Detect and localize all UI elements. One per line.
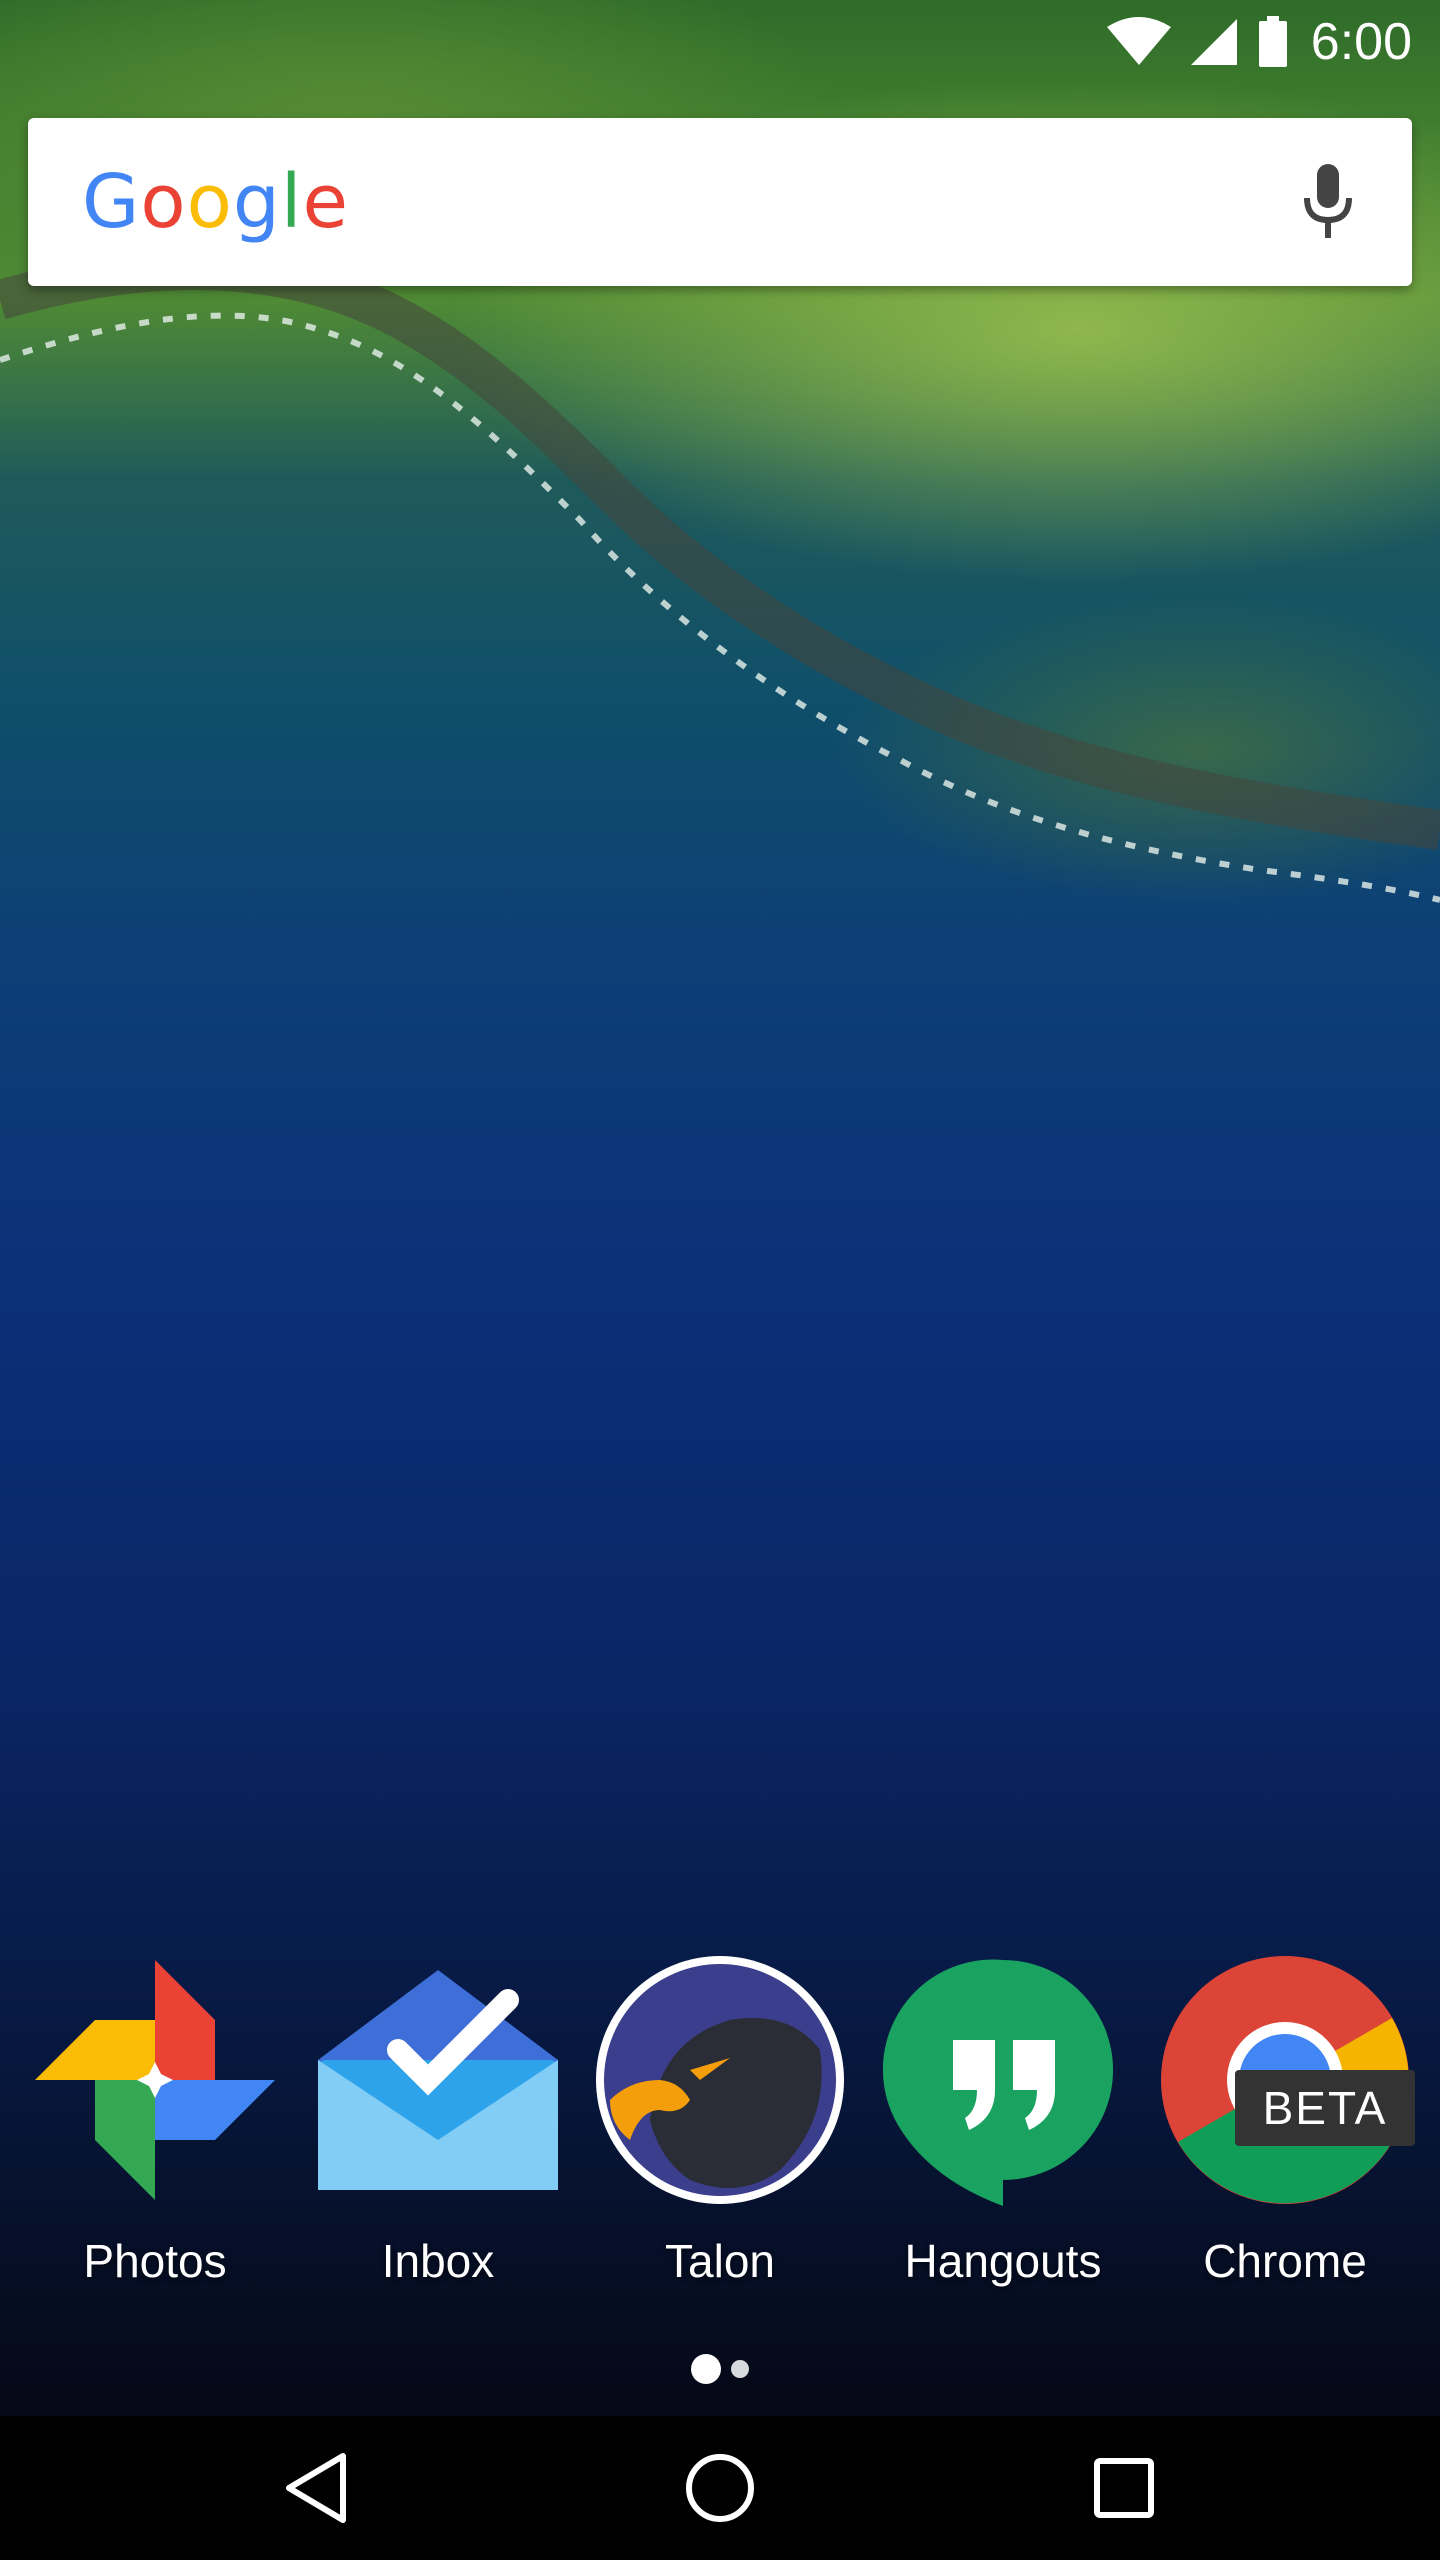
app-label: Talon xyxy=(665,2235,775,2287)
back-button[interactable] xyxy=(216,2416,416,2560)
logo-letter: e xyxy=(302,159,349,245)
app-talon[interactable]: Talon xyxy=(585,1950,855,2310)
cell-signal-icon xyxy=(1189,17,1239,67)
battery-icon xyxy=(1257,16,1289,68)
app-label: Hangouts xyxy=(904,2235,1102,2287)
recents-button[interactable] xyxy=(1024,2416,1224,2560)
logo-letter: G xyxy=(82,159,141,245)
mic-icon[interactable] xyxy=(1296,162,1360,242)
navigation-bar xyxy=(0,2416,1440,2560)
logo-letter: o xyxy=(140,159,187,245)
inbox-icon xyxy=(308,1950,568,2210)
app-dock: Photos Inbox Talon Hangouts BETA Chrome xyxy=(0,1950,1440,2310)
status-time: 6:00 xyxy=(1310,13,1412,71)
photos-icon xyxy=(25,1950,285,2210)
wifi-icon xyxy=(1106,17,1171,67)
page-dot-current xyxy=(691,2354,721,2384)
chrome-beta-icon: BETA xyxy=(1155,1950,1415,2210)
logo-letter: l xyxy=(280,159,303,245)
page-dot xyxy=(731,2360,749,2378)
hangouts-icon xyxy=(873,1950,1133,2210)
beta-badge-text: BETA xyxy=(1262,2082,1388,2134)
beta-badge: BETA xyxy=(1235,2070,1415,2146)
app-label: Inbox xyxy=(381,2235,495,2287)
page-indicator[interactable] xyxy=(680,2354,760,2384)
app-photos[interactable]: Photos xyxy=(20,1950,290,2310)
talon-icon xyxy=(590,1950,850,2210)
app-chrome[interactable]: BETA Chrome xyxy=(1150,1950,1420,2310)
status-bar: 6:00 xyxy=(0,0,1440,84)
logo-letter: g xyxy=(232,159,281,245)
logo-letter: o xyxy=(186,159,233,245)
home-button[interactable] xyxy=(620,2416,820,2560)
recents-icon xyxy=(1094,2458,1154,2518)
google-logo: Google xyxy=(82,159,349,245)
back-icon xyxy=(286,2453,346,2523)
app-inbox[interactable]: Inbox xyxy=(303,1950,573,2310)
app-hangouts[interactable]: Hangouts xyxy=(868,1950,1138,2310)
home-icon xyxy=(686,2454,754,2522)
app-label: Chrome xyxy=(1203,2235,1367,2287)
app-label: Photos xyxy=(83,2235,227,2287)
google-search-bar[interactable]: Google xyxy=(28,118,1412,286)
